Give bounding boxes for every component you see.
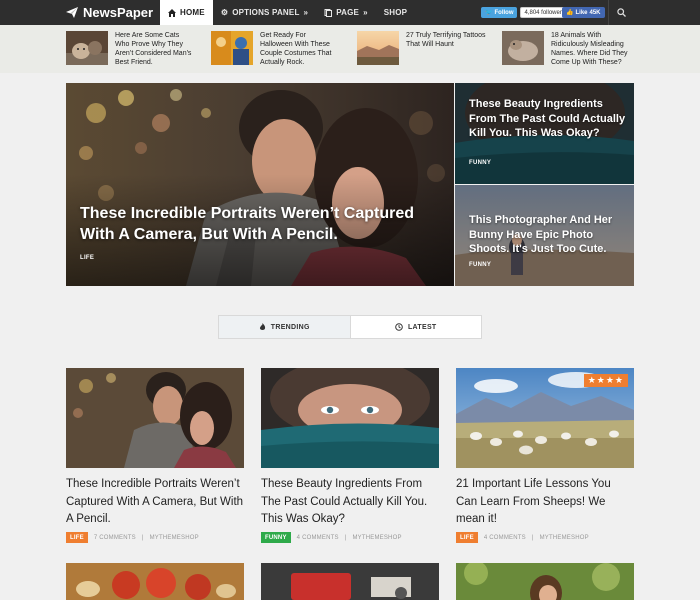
author-name[interactable]: MYTHEMESHOP [352,535,401,541]
twitter-follow-widget: 🐦 Follow 4,804 followers [481,7,569,18]
twitter-follow-label: Follow [494,9,514,16]
article-title[interactable]: These Incredible Portraits Weren’t Captu… [66,476,244,529]
category-badge[interactable]: FUNNY [261,532,291,543]
facebook-like-button[interactable]: 👍 Like 45K [562,7,605,18]
hero-side-title[interactable]: This Photographer And Her Bunny Have Epi… [469,213,629,257]
site-name: NewsPaper [83,5,154,20]
facebook-like-widget: 👍 Like 45K [562,7,605,18]
thumbs-up-icon: 👍 [566,10,574,16]
nav-options-panel-label: OPTIONS PANEL [232,8,300,17]
page-icon [324,8,333,17]
chevron-right-icon: » [363,7,368,17]
meta-divider: | [531,534,534,541]
article-image-food[interactable] [66,563,244,600]
meta-divider: | [344,534,347,541]
article-card[interactable]: ★★★★ 21 Important Life Lessons You Can L… [456,368,634,529]
ticker-item[interactable]: Here Are Some Cats Who Prove Why They Ar… [66,31,193,67]
article-image-portrait[interactable] [456,563,634,600]
author-name[interactable]: MYTHEMESHOP [150,535,199,541]
comment-count[interactable]: 7 COMMENTS [94,535,136,541]
nav-page[interactable]: PAGE » [316,0,376,25]
search-button[interactable] [608,0,634,25]
gear-icon: ⚙ [220,7,229,17]
ticker-item[interactable]: 27 Truly Terrifying Tattoos That Will Ha… [357,31,492,65]
tab-latest[interactable]: LATEST [351,316,482,338]
article-title[interactable]: These Beauty Ingredients From The Past C… [261,476,439,529]
rating-stars: ★★★★ [583,374,628,387]
ticker-title: Get Ready For Halloween With These Coupl… [260,32,332,66]
top-navigation-bar: NewsPaper HOME ⚙ OPTIONS PANEL » PAGE » … [0,0,700,25]
search-icon [617,8,626,17]
home-icon [168,8,176,17]
site-logo[interactable]: NewsPaper [66,0,153,25]
hero-side-post[interactable]: These Beauty Ingredients From The Past C… [455,83,634,184]
article-card[interactable]: These Beauty Ingredients From The Past C… [261,368,439,529]
article-image-eyes [261,368,439,468]
ticker-thumbnail-cat [66,31,108,65]
category-badge[interactable]: LIFE [456,532,478,543]
facebook-like-label: Like [575,9,588,16]
hero-featured-image [66,83,454,286]
flame-icon [259,323,265,330]
hero-side-title[interactable]: These Beauty Ingredients From The Past C… [469,97,629,141]
tab-trending-label: TRENDING [270,323,310,331]
ticker-thumbnail-animal [502,31,544,65]
ticker-item[interactable]: 18 Animals With Ridiculously Misleading … [502,31,631,67]
author-name[interactable]: MYTHEMESHOP [540,535,589,541]
ticker-title: 27 Truly Terrifying Tattoos That Will Ha… [406,32,486,48]
article-meta: LIFE 4 COMMENTS | MYTHEMESHOP [456,532,589,543]
nav-shop-label: SHOP [383,8,408,17]
hero-category[interactable]: LIFE [80,255,94,261]
facebook-like-count: 45K [589,9,601,16]
ticker-title: Here Are Some Cats Who Prove Why They Ar… [115,32,192,66]
nav-page-label: PAGE [336,8,360,17]
twitter-follow-button[interactable]: 🐦 Follow [481,7,518,18]
chevron-right-icon: » [303,7,309,17]
meta-divider: | [141,534,144,541]
posts-tab-bar: TRENDING LATEST [218,315,482,339]
nav-home-label: HOME [180,8,205,17]
tab-latest-label: LATEST [407,323,437,331]
clock-icon [395,323,403,331]
ticker-thumbnail-landscape [357,31,399,65]
hero-title[interactable]: These Incredible Portraits Weren’t Captu… [80,203,440,245]
nav-home[interactable]: HOME [160,0,213,25]
twitter-bird-icon: 🐦 [485,10,493,16]
article-image [261,368,439,468]
article-card[interactable]: These Incredible Portraits Weren’t Captu… [66,368,244,529]
paper-plane-icon [66,7,78,18]
ticker-item[interactable]: Get Ready For Halloween With These Coupl… [211,31,340,67]
tab-trending[interactable]: TRENDING [219,316,351,338]
ticker-thumbnail-costume [211,31,253,65]
article-meta: LIFE 7 COMMENTS | MYTHEMESHOP [66,532,199,543]
trending-ticker: Here Are Some Cats Who Prove Why They Ar… [0,25,700,73]
article-title[interactable]: 21 Important Life Lessons You Can Learn … [456,476,634,529]
article-image [66,368,244,468]
article-image: ★★★★ [456,368,634,468]
nav-options-panel[interactable]: ⚙ OPTIONS PANEL » [213,0,316,25]
ticker-title: 18 Animals With Ridiculously Misleading … [551,32,628,66]
hero-side-category[interactable]: FUNNY [469,160,491,166]
comment-count[interactable]: 4 COMMENTS [484,535,526,541]
hero-featured-post[interactable]: These Incredible Portraits Weren’t Captu… [66,83,454,286]
hero-side-category[interactable]: FUNNY [469,262,491,268]
comment-count[interactable]: 4 COMMENTS [297,535,339,541]
article-image-bag[interactable] [261,563,439,600]
article-image-couple [66,368,244,468]
hero-side-post[interactable]: This Photographer And Her Bunny Have Epi… [455,185,634,286]
main-menu: HOME ⚙ OPTIONS PANEL » PAGE » SHOP [160,0,415,25]
article-meta: FUNNY 4 COMMENTS | MYTHEMESHOP [261,532,402,543]
nav-shop[interactable]: SHOP [376,0,415,25]
category-badge[interactable]: LIFE [66,532,88,543]
